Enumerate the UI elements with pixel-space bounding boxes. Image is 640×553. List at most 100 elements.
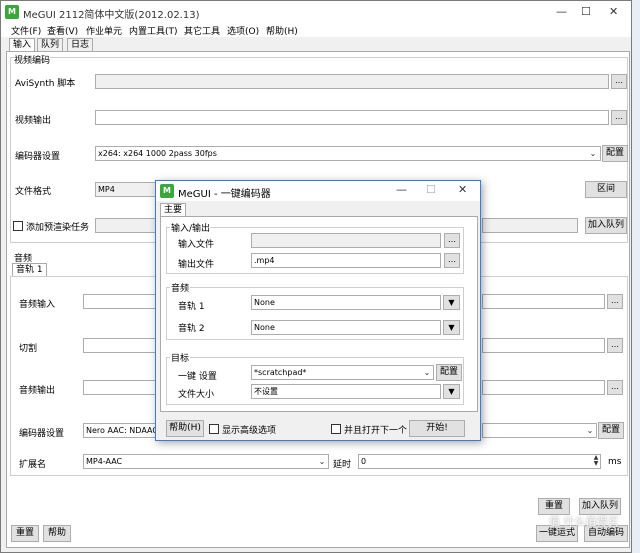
input-file-label: 输入文件 [178,240,215,250]
file-format-select[interactable]: MP4 [95,182,157,197]
track2-dropdown-icon[interactable]: ▼ [443,320,460,335]
dialog-title: MeGUI - 一键编码器 [178,189,271,200]
browse-audio-input-button[interactable]: … [607,294,623,309]
spinner-icon[interactable]: ▲ ▼ [590,455,602,468]
dialog-audio-group-title: 音频 [170,281,191,294]
minimize-icon[interactable]: — [396,183,407,196]
file-size-select[interactable]: 不设置 [251,384,441,399]
video-add-queue-button[interactable]: 加入队列 [585,217,627,234]
audio-encoder-select-right[interactable] [482,423,597,438]
video-group-title: 视频编码 [14,53,51,66]
menu-help[interactable]: 帮助(H) [266,24,298,37]
tab-main[interactable]: 主要 [160,203,187,217]
zone-button[interactable]: 区间 [585,181,627,198]
delay-input[interactable]: 0 [358,454,601,469]
chevron-down-icon: ⌄ [318,457,326,466]
open-next-label: 并且打开下一个 [344,426,408,436]
start-button[interactable]: 开始! [409,420,465,437]
extension-label: 扩展名 [19,460,47,470]
preset-select[interactable]: *scratchpad* [251,365,434,380]
preset-label: 一键 设置 [178,372,217,382]
menu-view[interactable]: 查看(V) [47,24,78,37]
delay-unit: ms [608,457,622,467]
prerender-input-right[interactable] [482,218,578,233]
browse-avisynth-button[interactable]: … [611,74,627,89]
audio-input-field[interactable] [83,294,157,309]
target-group-title: 目标 [170,351,191,364]
maximize-icon[interactable]: ☐ [581,5,591,18]
chevron-down-icon: ⌄ [423,368,431,377]
audio-input-label: 音频输入 [19,300,56,310]
audio-output-label: 音频输出 [19,386,56,396]
delay-label: 延时 [333,460,352,470]
video-encoder-label: 编码器设置 [15,152,61,162]
menu-tools[interactable]: 内置工具(T) [129,24,178,37]
dialog-help-button[interactable]: 帮助(H) [166,420,204,437]
audio-encoder-label: 编码器设置 [19,429,65,439]
window-title: MeGUI 2112简体中文版(2012.02.13) [23,10,200,21]
browse-video-output-button[interactable]: … [611,110,627,125]
track2-label: 音轨 2 [178,324,205,334]
avisynth-input[interactable] [95,74,609,89]
chevron-down-icon: ⌄ [586,426,594,435]
tab-log[interactable]: 日志 [67,38,94,52]
browse-cut-button[interactable]: … [607,338,623,353]
prerender-checkbox[interactable] [13,221,23,231]
audio-config-button[interactable]: 配置 [598,422,624,439]
prerender-input[interactable] [95,218,157,233]
tab-audio-track-1[interactable]: 音轨 1 [12,263,47,277]
file-size-label: 文件大小 [178,390,215,400]
browse-audio-output-button[interactable]: … [607,380,623,395]
app-icon: M [5,5,19,19]
menu-file[interactable]: 文件(F) [11,24,41,37]
title-bar: M MeGUI 2112简体中文版(2012.02.13) — ☐ ✕ [1,1,631,23]
video-output-label: 视频输出 [15,116,52,126]
advanced-options-label: 显示高级选项 [222,426,277,436]
close-icon[interactable]: ✕ [609,5,618,18]
menu-other-tools[interactable]: 其它工具 [184,24,220,37]
io-group-title: 输入/输出 [170,221,212,234]
video-output-input[interactable] [95,110,609,125]
menu-options[interactable]: 选项(O) [227,24,259,37]
video-encoder-select[interactable]: x264: x264 1000 2pass 30fps [95,146,601,161]
input-file-field[interactable] [251,233,441,248]
preset-config-button[interactable]: 配置 [436,364,462,381]
menu-jobs[interactable]: 作业单元 [86,24,122,37]
output-file-label: 输出文件 [178,260,215,270]
prerender-label: 添加预渲染任务 [26,223,90,233]
file-format-label: 文件格式 [15,187,52,197]
advanced-options-checkbox[interactable] [209,424,219,434]
browse-output-file-button[interactable]: … [444,253,460,268]
track1-dropdown-icon[interactable]: ▼ [443,295,460,310]
output-file-field[interactable]: .mp4 [251,253,441,268]
avisynth-label: AviSynth 脚本 [15,79,76,89]
browse-input-file-button[interactable]: … [444,233,460,248]
audio-output-field-right[interactable] [482,380,605,395]
chevron-down-icon: ⌄ [589,149,597,158]
tab-queue[interactable]: 队列 [37,38,64,52]
tab-input[interactable]: 输入 [9,38,36,52]
audio-encoder-select[interactable]: Nero AAC: NDAAC-H [83,423,157,438]
background-window-edge [632,0,640,553]
cut-field[interactable] [83,338,157,353]
video-config-button[interactable]: 配置 [602,145,628,162]
cut-field-right[interactable] [482,338,605,353]
reset-button[interactable]: 重置 [11,525,39,542]
open-next-checkbox[interactable] [331,424,341,434]
track2-select[interactable]: None [251,320,441,335]
file-size-dropdown-icon[interactable]: ▼ [443,384,460,399]
close-icon[interactable]: ✕ [458,183,467,196]
dialog-title-bar: M MeGUI - 一键编码器 — ☐ ✕ [156,181,480,201]
audio-output-field[interactable] [83,380,157,395]
track1-select[interactable]: None [251,295,441,310]
help-button[interactable]: 帮助 [43,525,71,542]
dialog-app-icon: M [160,184,174,198]
maximize-icon: ☐ [426,183,436,196]
menu-bar: 文件(F) 查看(V) 作业单元 内置工具(T) 其它工具 选项(O) 帮助(H… [1,23,631,37]
audio-input-field-right[interactable] [482,294,605,309]
minimize-icon[interactable]: — [556,5,567,18]
watermark: 值 什么值得买 [549,515,619,528]
extension-select[interactable]: MP4-AAC [83,454,329,469]
track1-label: 音轨 1 [178,302,205,312]
cut-label: 切割 [19,344,38,354]
